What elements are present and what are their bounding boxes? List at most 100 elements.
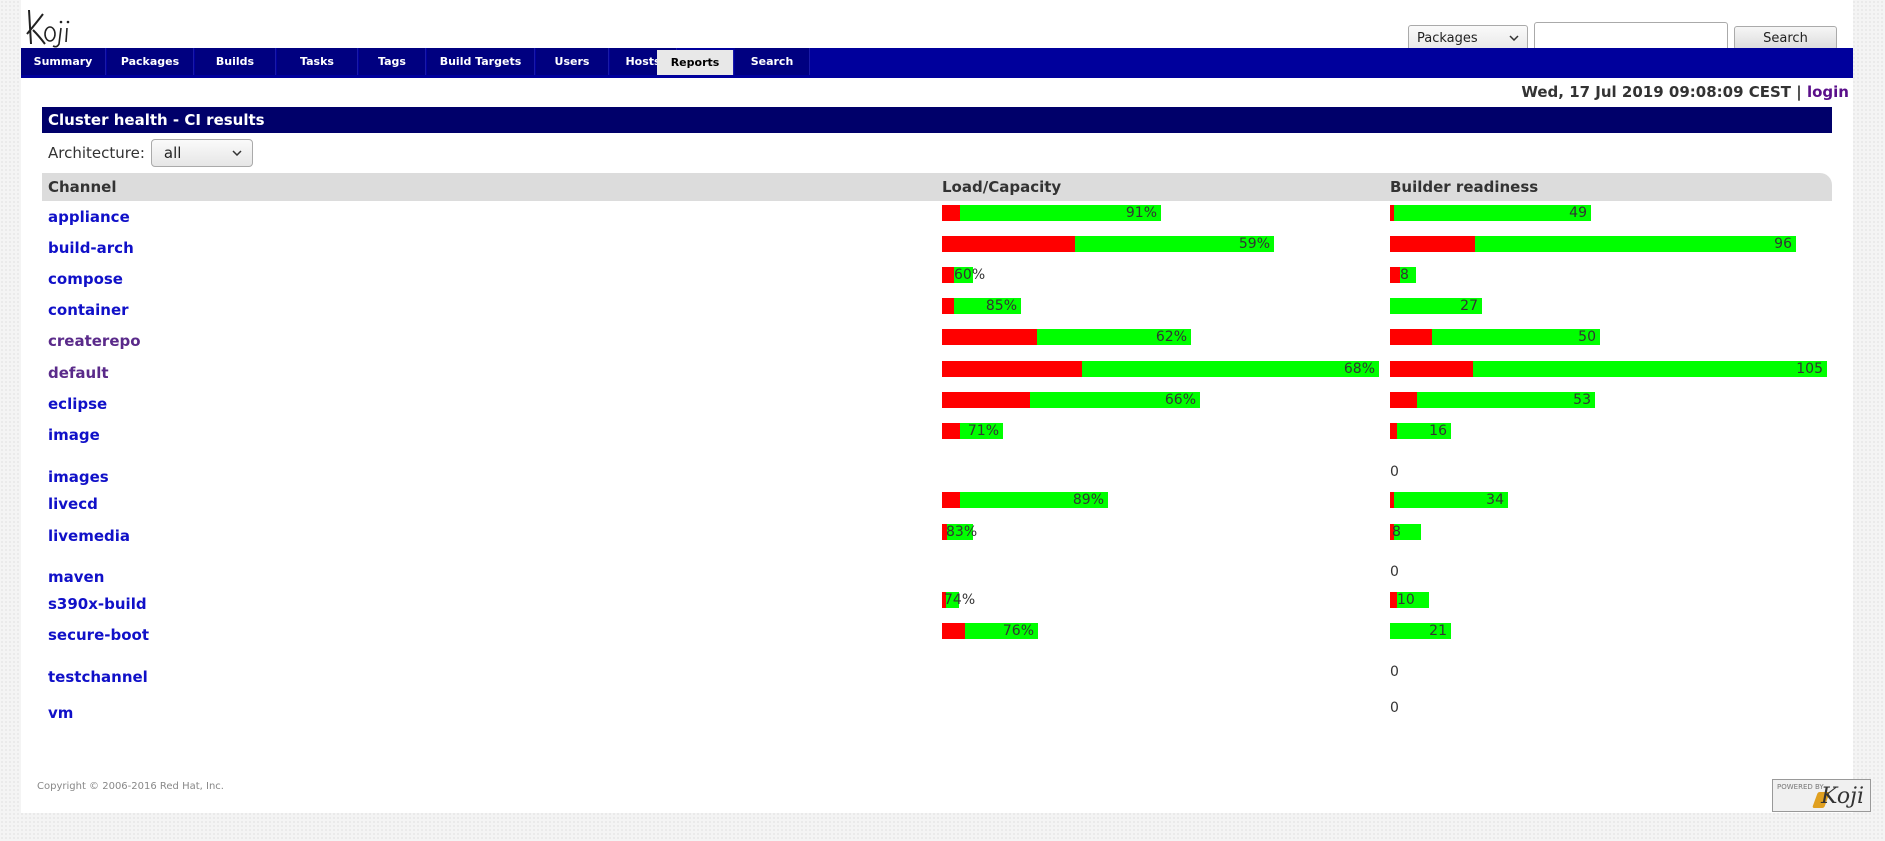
load-bar-label: 85% xyxy=(985,298,1017,314)
load-bar: 76% xyxy=(942,623,1038,639)
load-bar-free: 59% xyxy=(1075,236,1274,252)
channel-link[interactable]: compose xyxy=(48,270,123,288)
readiness-zero: 0 xyxy=(1390,700,1399,716)
load-bar: 89% xyxy=(942,492,1108,508)
table-row: testchannel 0 xyxy=(42,656,1832,687)
channel-link[interactable]: maven xyxy=(48,568,104,586)
readiness-bar-used xyxy=(1390,267,1400,283)
tab-summary[interactable]: Summary xyxy=(21,48,106,75)
readiness-bar-label: 34 xyxy=(1486,492,1504,508)
channel-link[interactable]: image xyxy=(48,426,100,444)
channel-link[interactable]: build-arch xyxy=(48,239,134,257)
tab-packages[interactable]: Packages xyxy=(107,48,194,75)
channel-link[interactable]: livemedia xyxy=(48,527,130,545)
load-bar-used xyxy=(942,392,1030,408)
channel-link[interactable]: testchannel xyxy=(48,668,148,686)
load-bar-label: 62% xyxy=(1155,329,1187,345)
load-bar: 91% xyxy=(942,205,1161,221)
readiness-bar: 16 xyxy=(1390,423,1451,439)
load-bar-free: 74% xyxy=(944,592,975,608)
koji-logo[interactable] xyxy=(23,4,83,48)
table-row: vm 0 xyxy=(42,692,1832,723)
load-bar-free: 89% xyxy=(960,492,1108,508)
readiness-bar-free: 16 xyxy=(1397,423,1451,439)
readiness-bar-free: 21 xyxy=(1390,623,1451,639)
architecture-filter: Architecture: all xyxy=(42,133,1832,173)
readiness-bar-label: 53 xyxy=(1573,392,1591,408)
tab-users[interactable]: Users xyxy=(536,48,609,75)
tab-reports[interactable]: Reports xyxy=(657,50,734,75)
load-bar-used xyxy=(942,329,1037,345)
table-row: livemedia 83% 8 xyxy=(42,520,1832,551)
powered-by-koji-badge[interactable]: POWERED BY Koji xyxy=(1772,779,1871,812)
column-header-readiness: Builder readiness xyxy=(1390,178,1539,196)
readiness-bar: 49 xyxy=(1390,205,1591,221)
readiness-bar-label: 50 xyxy=(1578,329,1596,345)
channel-link[interactable]: secure-boot xyxy=(48,626,149,644)
tab-builds[interactable]: Builds xyxy=(195,48,276,75)
channel-link[interactable]: vm xyxy=(48,704,73,722)
tab-tags[interactable]: Tags xyxy=(359,48,426,75)
readiness-zero: 0 xyxy=(1390,464,1399,480)
readiness-bar: 105 xyxy=(1390,361,1827,377)
channel-link[interactable]: livecd xyxy=(48,495,98,513)
load-bar: 74% xyxy=(942,592,975,608)
chevron-down-icon xyxy=(232,150,242,156)
readiness-bar-label: 16 xyxy=(1429,423,1447,439)
load-bar-label: 60% xyxy=(954,267,986,283)
load-bar-free: 68% xyxy=(1082,361,1379,377)
search-button[interactable]: Search xyxy=(1734,26,1837,50)
load-bar-label: 89% xyxy=(1072,492,1104,508)
load-bar: 59% xyxy=(942,236,1274,252)
readiness-bar-label: 8 xyxy=(1392,524,1401,540)
readiness-bar: 53 xyxy=(1390,392,1595,408)
login-link[interactable]: login xyxy=(1807,83,1849,101)
channel-link[interactable]: default xyxy=(48,364,109,382)
channel-link[interactable]: createrepo xyxy=(48,332,141,350)
tab-build-targets[interactable]: Build Targets xyxy=(427,48,535,75)
load-bar-free: 62% xyxy=(1037,329,1191,345)
table-row: image 71% 16 xyxy=(42,419,1832,450)
channel-link[interactable]: eclipse xyxy=(48,395,107,413)
tab-search[interactable]: Search xyxy=(735,48,810,75)
table-row: s390x-build 74% 10 xyxy=(42,588,1832,619)
architecture-select[interactable]: all xyxy=(150,139,253,167)
architecture-label: Architecture: xyxy=(48,144,145,162)
load-bar: 66% xyxy=(942,392,1200,408)
table-row: livecd 89% 34 xyxy=(42,488,1832,519)
load-bar-label: 68% xyxy=(1343,361,1375,377)
column-header-channel: Channel xyxy=(48,178,117,196)
readiness-bar-used xyxy=(1390,592,1397,608)
channel-link[interactable]: images xyxy=(48,468,109,486)
readiness-bar-label: 27 xyxy=(1460,298,1478,314)
table-row: appliance 91% 49 xyxy=(42,201,1832,232)
readiness-bar-free: 8 xyxy=(1392,524,1421,540)
copyright: Copyright © 2006-2016 Red Hat, Inc. xyxy=(37,781,224,792)
channel-link[interactable]: container xyxy=(48,301,129,319)
readiness-bar-free: 49 xyxy=(1394,205,1591,221)
table-header: Channel Load/Capacity Builder readiness xyxy=(42,173,1832,201)
readiness-bar: 8 xyxy=(1390,267,1416,283)
load-bar-used xyxy=(942,492,960,508)
tab-tasks[interactable]: Tasks xyxy=(277,48,358,75)
main-nav: Summary Packages Builds Tasks Tags Build Targ… xyxy=(21,48,1853,78)
readiness-bar: 21 xyxy=(1390,623,1451,639)
separator: | xyxy=(1796,83,1802,101)
load-bar: 60% xyxy=(942,267,985,283)
load-bar-free: 76% xyxy=(965,623,1038,639)
channel-link[interactable]: appliance xyxy=(48,208,130,226)
date-bar: Wed, 17 Jul 2019 09:08:09 CEST | login xyxy=(1521,83,1849,101)
readiness-bar-free: 8 xyxy=(1400,267,1416,283)
load-bar-used xyxy=(942,267,954,283)
readiness-bar: 50 xyxy=(1390,329,1600,345)
current-date: Wed, 17 Jul 2019 09:08:09 CEST xyxy=(1521,83,1792,101)
table-row: images 0 xyxy=(42,456,1832,487)
column-header-load: Load/Capacity xyxy=(942,178,1062,196)
load-bar-label: 71% xyxy=(967,423,999,439)
table-row: createrepo 62% 50 xyxy=(42,325,1832,356)
load-bar-free: 91% xyxy=(960,205,1161,221)
readiness-bar: 34 xyxy=(1390,492,1508,508)
channel-link[interactable]: s390x-build xyxy=(48,595,147,613)
search-type-value: Packages xyxy=(1417,30,1478,46)
readiness-bar-free: 105 xyxy=(1473,361,1827,377)
